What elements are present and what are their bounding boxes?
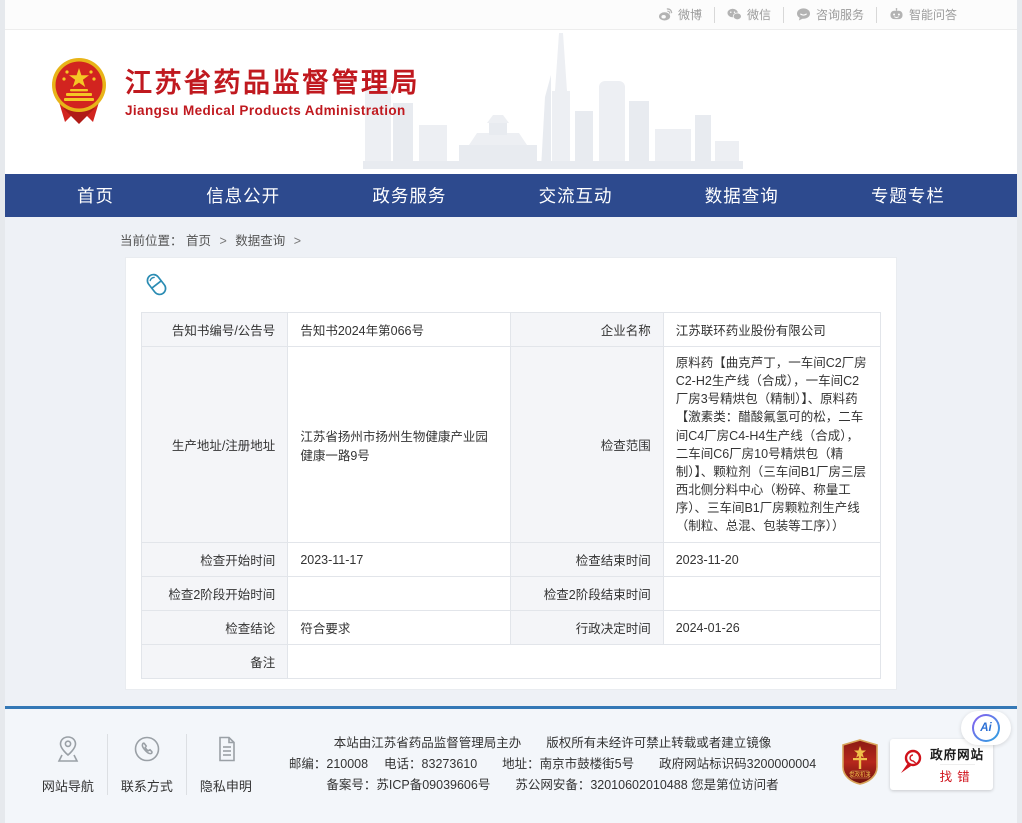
national-emblem-icon [49,56,109,129]
city-skyline-graphic [363,30,743,174]
pill-icon [143,271,881,303]
footer-quick-links: 网站导航 联系方式 [29,734,265,795]
topbar-link-consult[interactable]: 咨询服务 [783,7,876,23]
footer-link-contact[interactable]: 联系方式 [107,734,186,795]
field-value-phase2-start [288,577,511,611]
table-row-remarks: 备注 [142,645,881,679]
table-row-conclusion: 检查结论 符合要求 行政决定时间 2024-01-26 [142,611,881,645]
table-row-phase2-dates: 检查2阶段开始时间 检查2阶段结束时间 [142,577,881,611]
document-icon [211,734,241,769]
breadcrumb-separator: > [294,234,301,248]
field-label-company-name: 企业名称 [511,313,663,347]
nav-item-gov-services[interactable]: 政务服务 [372,183,446,208]
nav-item-info-disclosure[interactable]: 信息公开 [206,183,280,208]
topbar-link-qa[interactable]: 智能问答 [876,7,969,23]
footer-link-label: 隐私申明 [200,776,252,795]
table-row-inspection-dates: 检查开始时间 2023-11-17 检查结束时间 2023-11-20 [142,543,881,577]
field-label-phase2-start: 检查2阶段开始时间 [142,577,288,611]
nav-item-interaction[interactable]: 交流互动 [539,183,613,208]
map-pin-icon [53,734,83,769]
brand-text: 江苏省药品监督管理局 Jiangsu Medical Products Admi… [125,67,420,118]
table-row-notice-number: 告知书编号/公告号 告知书2024年第066号 企业名称 江苏联环药业股份有限公… [142,313,881,347]
breadcrumb: 当前位置： 首页 > 数据查询 > [120,230,1017,249]
topbar-link-label: 微信 [747,6,771,23]
breadcrumb-separator: > [220,234,227,248]
field-value-conclusion: 符合要求 [288,611,511,645]
field-value-company-name: 江苏联环药业股份有限公司 [663,313,880,347]
footer-link-privacy[interactable]: 隐私申明 [186,734,265,795]
breadcrumb-prefix: 当前位置： [120,234,183,248]
nav-item-home[interactable]: 首页 [77,183,114,208]
field-label-remarks: 备注 [142,645,288,679]
field-label-notice-number: 告知书编号/公告号 [142,313,288,347]
field-value-decision-date: 2024-01-26 [663,611,880,645]
field-label-phase2-end: 检查2阶段结束时间 [511,577,663,611]
field-label-inspection-scope: 检查范围 [511,347,663,543]
topbar-link-weibo[interactable]: 微博 [646,7,714,23]
record-card: 告知书编号/公告号 告知书2024年第066号 企业名称 江苏联环药业股份有限公… [125,257,897,690]
phone-icon [132,734,162,769]
footer-line3: 备案号：苏ICP备09039606号 苏公网安备：32010602010488 … [289,775,816,796]
field-value-phase2-end [663,577,880,611]
field-value-inspection-scope: 原料药【曲克芦丁，一车间C2厂房C2-H2生产线（合成），一车间C2厂房3号精烘… [663,347,880,543]
footer-badges: 党政机关 政府网站 找错 [840,739,993,790]
field-value-notice-number: 告知书2024年第066号 [288,313,511,347]
party-gov-badge-label: 党政机关 [849,771,871,779]
party-gov-badge[interactable]: 党政机关 [840,739,880,790]
breadcrumb-data-query-link[interactable]: 数据查询 [235,234,285,248]
field-label-decision-date: 行政决定时间 [511,611,663,645]
magnifier-icon [899,749,923,780]
weibo-icon [658,8,673,21]
error-badge-zhaocuo-label: 找错 [940,764,975,785]
footer-line2: 邮编：210008 电话：83273610 地址：南京市鼓楼街5号 政府网站标识… [289,754,816,775]
nav-item-special-topics[interactable]: 专题专栏 [871,183,945,208]
site-title: 江苏省药品监督管理局 [125,67,420,101]
field-label-inspection-start: 检查开始时间 [142,543,288,577]
field-label-address: 生产地址/注册地址 [142,347,288,543]
breadcrumb-home-link[interactable]: 首页 [186,234,211,248]
error-badge-text: 政府网站 找错 [930,744,984,785]
footer-line1: 本站由江苏省药品监督管理局主办 版权所有未经许可禁止转载或者建立镜像 [289,733,816,754]
wechat-icon [727,8,742,21]
robot-icon [889,8,904,21]
footer-link-sitemap[interactable]: 网站导航 [29,734,107,795]
topbar-link-label: 微博 [678,6,702,23]
topbar-link-label: 咨询服务 [816,6,864,23]
topbar-link-wechat[interactable]: 微信 [714,7,783,23]
record-table: 告知书编号/公告号 告知书2024年第066号 企业名称 江苏联环药业股份有限公… [141,312,881,679]
field-value-inspection-end: 2023-11-20 [663,543,880,577]
main-content: 当前位置： 首页 > 数据查询 > [5,217,1017,706]
page-container: 微博 微信 咨询服务 智能问答 [5,0,1017,823]
site-subtitle: Jiangsu Medical Products Administration [125,103,420,118]
chat-bubble-icon [796,8,811,21]
field-value-address: 江苏省扬州市扬州生物健康产业园健康一路9号 [288,347,511,543]
field-label-inspection-end: 检查结束时间 [511,543,663,577]
table-row-address-scope: 生产地址/注册地址 江苏省扬州市扬州生物健康产业园健康一路9号 检查范围 原料药… [142,347,881,543]
footer-legal-text: 本站由江苏省药品监督管理局主办 版权所有未经许可禁止转载或者建立镜像 邮编：21… [289,733,816,796]
site-header: 江苏省药品监督管理局 Jiangsu Medical Products Admi… [5,30,1017,174]
field-value-inspection-start: 2023-11-17 [288,543,511,577]
topbar: 微博 微信 咨询服务 智能问答 [5,0,1017,30]
gov-site-error-badge[interactable]: 政府网站 找错 [890,739,993,790]
nav-item-data-query[interactable]: 数据查询 [705,183,779,208]
footer-link-label: 联系方式 [121,776,173,795]
topbar-link-label: 智能问答 [909,6,957,23]
field-label-conclusion: 检查结论 [142,611,288,645]
ai-assistant-button[interactable]: Ai [961,711,1011,745]
error-badge-site-label: 政府网站 [930,744,984,763]
field-value-remarks [288,645,881,679]
ai-icon: Ai [972,714,1000,742]
site-footer: Ai 网站导航 [5,706,1017,823]
footer-inner: 网站导航 联系方式 [5,733,1017,796]
logo-block[interactable]: 江苏省药品监督管理局 Jiangsu Medical Products Admi… [49,56,420,129]
footer-link-label: 网站导航 [42,776,94,795]
primary-nav: 首页 信息公开 政务服务 交流互动 数据查询 专题专栏 [5,174,1017,217]
ai-label: Ai [974,716,998,740]
